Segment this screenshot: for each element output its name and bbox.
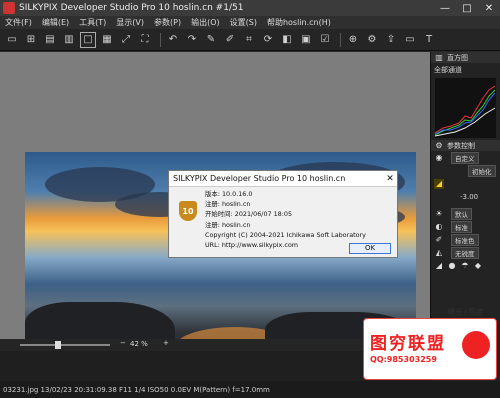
- menu-output[interactable]: 输出(O): [186, 17, 225, 28]
- single-view-icon[interactable]: □: [80, 31, 96, 48]
- grid-view-icon[interactable]: ▦: [99, 32, 115, 48]
- sharpen-select[interactable]: 无锐度: [451, 246, 479, 259]
- tool-b-icon[interactable]: ●: [447, 261, 457, 271]
- watermark-text: 图穷联盟: [370, 334, 446, 354]
- about-registered: 注册: hoslin.cn: [205, 200, 251, 209]
- preset-icon: ◉: [435, 152, 443, 162]
- init-button[interactable]: 初始化: [468, 164, 496, 177]
- file-info: 03231.jpg 13/02/23 20:31:09.38 F11 1/4 I…: [3, 385, 270, 394]
- redo-icon[interactable]: ↷: [184, 32, 200, 48]
- watermark-sub: QQ:985303259: [370, 355, 437, 364]
- text-icon[interactable]: T: [421, 32, 437, 48]
- about-dialog: SILKYPIX Developer Studio Pro 10 hoslin.…: [168, 170, 398, 258]
- histogram-channel[interactable]: 全部通道: [431, 63, 500, 76]
- tool-c-icon[interactable]: ☂: [460, 261, 470, 271]
- tool-d-icon[interactable]: ◆: [473, 261, 483, 271]
- menu-tools[interactable]: 工具(T): [74, 17, 111, 28]
- about-version: 版本: 10.0.16.0: [205, 190, 253, 198]
- exposure-icon: ◢: [434, 178, 444, 189]
- menu-view[interactable]: 显示(V): [111, 17, 149, 28]
- about-url[interactable]: URL: http://www.silkypix.com: [205, 240, 366, 250]
- split-icon[interactable]: ▥: [61, 32, 77, 48]
- histogram-icon: ▥: [435, 52, 443, 62]
- zoom-in-button[interactable]: +: [163, 339, 169, 347]
- app-logo-icon: [3, 2, 15, 14]
- menu-file[interactable]: 文件(F): [0, 17, 37, 28]
- menu-params[interactable]: 参数(P): [149, 17, 186, 28]
- settings-icon[interactable]: ⚙: [364, 32, 380, 48]
- exposure-label: 曝光 / 亮度: [448, 308, 483, 316]
- exposure-value[interactable]: -3.00: [460, 193, 478, 201]
- toolbar: ▭ ⊞ ▤ ▥ □ ▦ ⤢ ⛶ ↶ ↷ ✎ ✐ ⌗ ⟳ ◧ ▣ ☑ ⊕ ⚙ ⇪ …: [0, 29, 500, 51]
- about-start-time: 开始时间: 2021/06/07 18:05: [205, 210, 293, 219]
- zoom-value: 42 %: [130, 340, 148, 348]
- params-header[interactable]: ⚙ 参数控制: [431, 140, 500, 151]
- window-title: SILKYPIX Developer Studio Pro 10 hoslin.…: [19, 3, 244, 13]
- watermark-logo: 曝光 / 亮度 图穷联盟 QQ:985303259: [363, 308, 497, 380]
- color-select[interactable]: 标准色: [451, 233, 479, 246]
- about-dialog-title: SILKYPIX Developer Studio Pro 10 hoslin.…: [173, 174, 346, 183]
- minimize-button[interactable]: —: [434, 3, 456, 14]
- color-icon: ✐: [435, 234, 443, 244]
- about-copyright: Copyright (C) 2004-2021 Ichikawa Soft La…: [205, 230, 366, 239]
- develop-icon[interactable]: ◧: [279, 32, 295, 48]
- tool-a-icon[interactable]: ◢: [434, 261, 444, 271]
- app-window: SILKYPIX Developer Studio Pro 10 hoslin.…: [0, 0, 500, 398]
- pin-icon[interactable]: ⊕: [345, 32, 361, 48]
- about-close-button[interactable]: ✕: [383, 174, 397, 184]
- wb-icon: ☀: [435, 208, 443, 218]
- zoom-slider[interactable]: [20, 344, 110, 346]
- open-icon[interactable]: ▭: [4, 32, 20, 48]
- about-registered-2: 注册: hoslin.cn: [205, 220, 251, 229]
- tone-select[interactable]: 标准: [451, 220, 472, 233]
- status-bar: 03231.jpg 13/02/23 20:31:09.38 F11 1/4 I…: [0, 381, 500, 398]
- batch-icon[interactable]: ▣: [298, 32, 314, 48]
- params-icon: ⚙: [435, 140, 443, 150]
- close-button[interactable]: ✕: [478, 3, 500, 14]
- title-bar: SILKYPIX Developer Studio Pro 10 hoslin.…: [0, 0, 500, 16]
- doc-icon[interactable]: ▭: [402, 32, 418, 48]
- undo-icon[interactable]: ↶: [165, 32, 181, 48]
- maximize-button[interactable]: □: [456, 3, 478, 14]
- crop-icon[interactable]: ⌗: [241, 32, 257, 48]
- fullscreen-icon[interactable]: ⛶: [137, 32, 153, 48]
- histogram: [435, 78, 496, 138]
- about-info: 版本: 10.0.16.0 注册: hoslin.cn 开始时间: 2021/0…: [205, 189, 366, 250]
- check-icon[interactable]: ☑: [317, 32, 333, 48]
- menu-help[interactable]: 帮助hoslin.cn(H): [262, 17, 336, 28]
- zoom-out-button[interactable]: −: [120, 339, 126, 347]
- brush-icon[interactable]: ✎: [203, 32, 219, 48]
- sharpen-icon: ◭: [435, 247, 443, 257]
- rotate-icon[interactable]: ⟳: [260, 32, 276, 48]
- ok-button[interactable]: OK: [349, 243, 391, 254]
- white-balance-select[interactable]: 默认: [451, 207, 472, 220]
- menu-settings[interactable]: 设置(S): [225, 17, 262, 28]
- menu-edit[interactable]: 编辑(E): [37, 17, 74, 28]
- tone-icon: ◐: [435, 221, 443, 231]
- menu-bar: 文件(F) 编辑(E) 工具(T) 显示(V) 参数(P) 输出(O) 设置(S…: [0, 16, 500, 29]
- zoom-slider-handle[interactable]: [54, 341, 61, 349]
- compare-icon[interactable]: ▤: [42, 32, 58, 48]
- flame-logo-icon: [462, 331, 490, 359]
- export-icon[interactable]: ⇪: [383, 32, 399, 48]
- histogram-header[interactable]: ▥ 直方图: [431, 52, 500, 63]
- fit-icon[interactable]: ⤢: [118, 32, 134, 48]
- preset-select[interactable]: 自定义: [451, 151, 479, 164]
- version-badge-icon: 10: [179, 201, 197, 221]
- save-icon[interactable]: ⊞: [23, 32, 39, 48]
- heal-icon[interactable]: ✐: [222, 32, 238, 48]
